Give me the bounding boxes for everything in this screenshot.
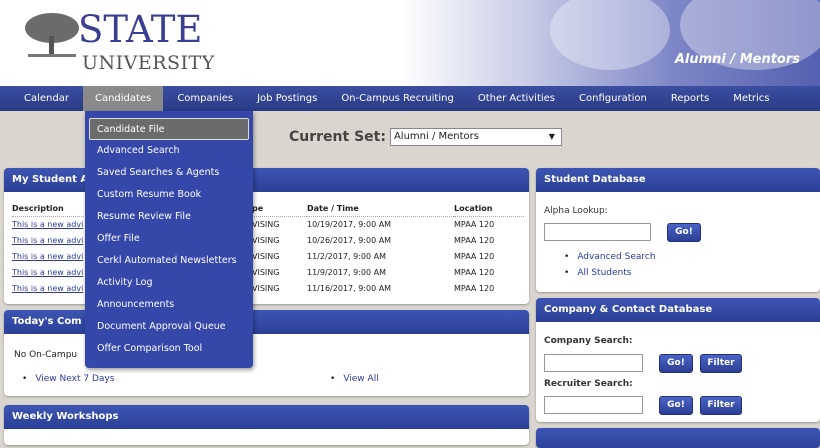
company-database-title: Company & Contact Database: [536, 298, 820, 322]
today-panel: Today's Com No On-Campu View Next 7 Days…: [4, 310, 529, 396]
current-set-label: Current Set:: [289, 129, 386, 145]
view-next-7-days-link[interactable]: View Next 7 Days: [22, 374, 114, 384]
view-all-link[interactable]: View All: [330, 374, 378, 384]
menu-candidate-file[interactable]: Candidate File: [89, 118, 249, 140]
advising-panel: My Student A Description pe Date / Time …: [4, 168, 529, 304]
nav-other-activities[interactable]: Other Activities: [466, 86, 567, 111]
appointment-location: MPAA 120: [454, 284, 495, 293]
appointment-link[interactable]: This is a new advi: [12, 220, 83, 229]
recruiter-filter-button[interactable]: Filter: [700, 396, 742, 415]
menu-announcements[interactable]: Announcements: [85, 294, 253, 316]
menu-advanced-search[interactable]: Advanced Search: [85, 140, 253, 162]
advanced-search-link[interactable]: Advanced Search: [564, 252, 655, 262]
appointment-date: 10/26/2017, 9:00 AM: [307, 236, 392, 245]
dropdown-arrow-icon: ▼: [548, 132, 555, 141]
menu-resume-review-file[interactable]: Resume Review File: [85, 206, 253, 228]
portal-title: Alumni / Mentors: [674, 52, 800, 67]
recruiter-search-go-button[interactable]: Go!: [659, 396, 693, 415]
alpha-lookup-input[interactable]: [544, 223, 651, 241]
appointment-date: 11/9/2017, 9:00 AM: [307, 268, 386, 277]
nav-job-postings[interactable]: Job Postings: [245, 86, 329, 111]
recruiter-search-label: Recruiter Search:: [544, 379, 633, 389]
candidates-dropdown-menu: Candidate File Advanced Search Saved Sea…: [85, 111, 253, 368]
appointment-type: VISING: [252, 252, 280, 261]
alpha-lookup-go-button[interactable]: Go!: [667, 223, 701, 242]
nav-configuration[interactable]: Configuration: [567, 86, 659, 111]
weekly-workshops-title: Weekly Workshops: [4, 405, 529, 429]
company-search-go-button[interactable]: Go!: [659, 354, 693, 373]
appointment-link[interactable]: This is a new advi: [12, 268, 83, 277]
appointment-date: 11/2/2017, 9:00 AM: [307, 252, 386, 261]
current-set-value: Alumni / Mentors: [393, 131, 479, 142]
nav-on-campus-recruiting[interactable]: On-Campus Recruiting: [329, 86, 466, 111]
current-set: Current Set: Alumni / Mentors ▼: [289, 128, 562, 146]
tree-logo-icon: [25, 13, 79, 57]
student-database-title: Student Database: [536, 168, 820, 192]
current-set-select[interactable]: Alumni / Mentors ▼: [389, 128, 562, 146]
appointment-type: VISING: [252, 268, 280, 277]
appointment-link[interactable]: This is a new advi: [12, 252, 83, 261]
menu-cerkl-newsletters[interactable]: Cerkl Automated Newsletters: [85, 250, 253, 272]
company-database-panel: Company & Contact Database Company Searc…: [536, 298, 820, 422]
weekly-workshops-panel: Weekly Workshops: [4, 405, 529, 445]
appointment-link[interactable]: This is a new advi: [12, 236, 83, 245]
menu-document-approval-queue[interactable]: Document Approval Queue: [85, 316, 253, 338]
menu-saved-searches-agents[interactable]: Saved Searches & Agents: [85, 162, 253, 184]
appointment-location: MPAA 120: [454, 220, 495, 230]
main-nav: Calendar Candidates Companies Job Postin…: [0, 86, 820, 111]
col-date-time: Date / Time: [307, 204, 454, 217]
appointment-date: 10/19/2017, 9:00 AM: [307, 220, 392, 230]
appointment-link[interactable]: This is a new advi: [12, 284, 83, 293]
nav-metrics[interactable]: Metrics: [721, 86, 781, 111]
logo-university-text: UNIVERSITY: [82, 52, 215, 74]
company-search-label: Company Search:: [544, 336, 633, 346]
advising-panel-title: My Student A: [4, 168, 529, 192]
recruiter-search-input[interactable]: [544, 396, 643, 414]
appointment-location: MPAA 120: [454, 268, 495, 277]
col-type: pe: [252, 204, 307, 217]
appointment-type: VISING: [252, 220, 280, 230]
header-banner-art: [400, 0, 820, 86]
company-search-input[interactable]: [544, 354, 643, 372]
appointment-location: MPAA 120: [454, 252, 495, 261]
today-empty-text: No On-Campu: [14, 350, 78, 360]
nav-companies[interactable]: Companies: [165, 86, 245, 111]
appointment-type: VISING: [252, 284, 280, 293]
next-panel-header: [536, 428, 820, 448]
appointment-date: 11/16/2017, 9:00 AM: [307, 284, 392, 293]
menu-activity-log[interactable]: Activity Log: [85, 272, 253, 294]
alpha-lookup-label: Alpha Lookup:: [544, 206, 608, 216]
today-panel-title: Today's Com: [4, 310, 529, 334]
menu-offer-file[interactable]: Offer File: [85, 228, 253, 250]
col-location: Location: [454, 204, 524, 217]
menu-custom-resume-book[interactable]: Custom Resume Book: [85, 184, 253, 206]
appointment-location: MPAA 120: [454, 236, 495, 245]
logo-state-text: STATE: [78, 8, 203, 51]
company-filter-button[interactable]: Filter: [700, 354, 742, 373]
nav-candidates[interactable]: Candidates: [82, 86, 164, 111]
nav-calendar[interactable]: Calendar: [12, 86, 81, 111]
student-database-panel: Student Database Alpha Lookup: Go! Advan…: [536, 168, 820, 292]
all-students-link[interactable]: All Students: [564, 268, 631, 278]
page-header: STATE UNIVERSITY Alumni / Mentors: [0, 0, 820, 86]
menu-offer-comparison-tool[interactable]: Offer Comparison Tool: [85, 338, 253, 360]
appointment-type: VISING: [252, 236, 280, 245]
nav-reports[interactable]: Reports: [659, 86, 721, 111]
